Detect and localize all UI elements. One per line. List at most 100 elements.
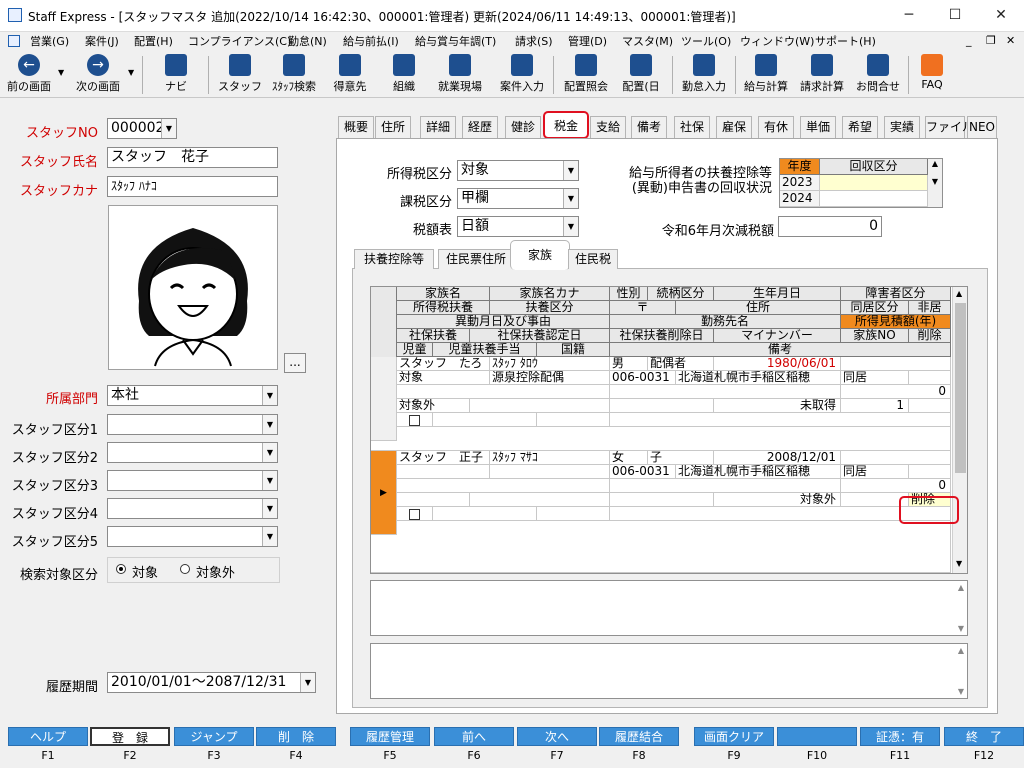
menu-item[interactable]: サポート(H) (815, 33, 876, 49)
table-row-cell[interactable]: 北海道札幌市手稲区稲穂 (676, 465, 841, 479)
table-row-cell[interactable]: 北海道札幌市手稲区稲穂 (676, 371, 841, 385)
tab-file[interactable]: ファイル (925, 116, 974, 138)
staff-button[interactable]: スタッフ (214, 52, 266, 96)
tab-results[interactable]: 実績 (884, 116, 920, 138)
f9-clear-button[interactable]: 画面クリア (694, 727, 774, 746)
table-row-cell[interactable]: 006-0031 (610, 465, 676, 479)
f11-evidence-button[interactable]: 証憑：有 (860, 727, 940, 746)
f2-register-button[interactable]: 登 録 (90, 727, 170, 746)
tab-tax[interactable]: 税金 (543, 111, 589, 139)
dept-select[interactable]: 本社 ▼ (107, 385, 278, 406)
placement-day-button[interactable]: 配置(日 (616, 52, 666, 96)
kubun4-select[interactable]: ▼ (107, 498, 278, 519)
subtab-resident-address[interactable]: 住民票住所 (438, 249, 514, 269)
dropdown-icon[interactable]: ▼ (128, 68, 134, 77)
scroll-down-icon[interactable]: ▼ (958, 687, 964, 696)
child-checkbox[interactable] (409, 509, 420, 520)
worksite-button[interactable]: 就業現場 (432, 52, 488, 96)
table-row-cell[interactable] (610, 413, 951, 427)
menu-item[interactable]: 勤怠(N) (288, 33, 327, 49)
table-row-cell[interactable] (470, 493, 610, 507)
child-checkbox[interactable] (409, 415, 420, 426)
scroll-up-icon[interactable]: ▲ (958, 583, 964, 592)
mdi-close-icon[interactable]: ✕ (1006, 34, 1015, 47)
navi-button[interactable]: ナビ (150, 52, 202, 96)
table-row-cell[interactable] (397, 479, 610, 493)
table-row-cell[interactable] (397, 385, 610, 399)
table-row-cell[interactable] (610, 479, 841, 493)
scroll-down-icon[interactable]: ▼ (956, 559, 962, 568)
tab-health[interactable]: 健診 (505, 116, 541, 138)
tab-wish[interactable]: 希望 (842, 116, 878, 138)
table-row-cell[interactable] (470, 399, 610, 413)
dropdown-icon[interactable]: ▼ (58, 68, 64, 77)
table-row-cell[interactable]: 同居 (841, 371, 909, 385)
mdi-restore-icon[interactable]: ❐ (986, 34, 996, 47)
f3-jump-button[interactable]: ジャンプ (174, 727, 254, 746)
table-row-cell[interactable] (841, 451, 951, 465)
tab-social-insurance[interactable]: 社保 (674, 116, 710, 138)
tab-employment-insurance[interactable]: 雇保 (716, 116, 752, 138)
table-row-cell[interactable] (610, 493, 714, 507)
table-row-cell[interactable]: 1 (841, 399, 909, 413)
back-button[interactable]: ← 前の画面 (2, 52, 56, 96)
table-row-cell[interactable]: 2008/12/01 (714, 451, 841, 465)
placement-inquiry-button[interactable]: 配置照会 (558, 52, 614, 96)
radio-unselected-icon[interactable] (180, 564, 190, 574)
billing-button[interactable]: 請求計算 (794, 52, 850, 96)
menu-item[interactable]: 案件(J) (85, 33, 119, 49)
menu-item[interactable]: 請求(S) (515, 33, 553, 49)
table-row-cell[interactable]: 対象外 (397, 399, 470, 413)
tab-paid-leave[interactable]: 有休 (758, 116, 794, 138)
table-row-cell[interactable]: 006-0031 (610, 371, 676, 385)
tab-neo[interactable]: NEO (967, 116, 997, 138)
table-row-cell[interactable]: 源泉控除配偶 (490, 371, 610, 385)
table-row-cell[interactable]: 男 (610, 357, 648, 371)
scroll-down-icon[interactable]: ▼ (958, 624, 964, 633)
tab-payment[interactable]: 支給 (590, 116, 626, 138)
table-row-cell[interactable]: 子 (648, 451, 714, 465)
menu-item[interactable]: 給与賞与年調(T) (415, 33, 496, 49)
f8-merge-button[interactable]: 履歴結合 (599, 727, 679, 746)
staff-no-select[interactable]: 000002 ▼ (107, 118, 177, 139)
table-row-cell[interactable] (610, 385, 841, 399)
radio-target-label[interactable]: 対象 (132, 562, 158, 581)
staff-kana-field[interactable]: ｽﾀｯﾌ ﾊﾅｺ (107, 176, 278, 197)
menu-item[interactable]: コンプライアンス(C) (188, 33, 291, 49)
customer-button[interactable]: 得意先 (324, 52, 376, 96)
photo-browse-button[interactable]: ... (284, 353, 306, 373)
forward-button[interactable]: → 次の画面 (70, 52, 126, 96)
table-row-cell[interactable]: 0 (841, 479, 951, 493)
table-row-cell[interactable] (909, 399, 951, 413)
table-row-cell[interactable] (909, 371, 951, 385)
f1-help-button[interactable]: ヘルプ (8, 727, 88, 746)
menu-item[interactable]: マスタ(M) (622, 33, 673, 49)
menu-item[interactable]: 営業(G) (30, 33, 69, 49)
tax-table-select[interactable]: 日額 ▼ (457, 216, 579, 237)
menu-item[interactable]: ウィンドウ(W) (740, 33, 814, 49)
table-row-cell[interactable] (841, 357, 951, 371)
tab-notes[interactable]: 備考 (631, 116, 667, 138)
table-row-cell[interactable]: 同居 (841, 465, 909, 479)
job-entry-button[interactable]: 案件入力 (494, 52, 550, 96)
table-row-cell[interactable]: ｽﾀｯﾌ ﾏｻｺ (490, 451, 610, 465)
table-row-cell[interactable] (537, 413, 610, 427)
kubun5-select[interactable]: ▼ (107, 526, 278, 547)
menu-item[interactable]: 給与前払(I) (343, 33, 399, 49)
table-row-cell[interactable]: スタッフ 正子 (397, 451, 490, 465)
staff-name-field[interactable]: スタッフ 花子 (107, 147, 278, 168)
tab-unit-price[interactable]: 単価 (800, 116, 836, 138)
table-row-cell[interactable]: 対象外 (714, 493, 841, 507)
income-tax-select[interactable]: 対象 ▼ (457, 160, 579, 181)
period-select[interactable]: 2010/01/01～2087/12/31 ▼ (107, 672, 316, 693)
tab-overview[interactable]: 概要 (338, 116, 374, 138)
table-row-cell[interactable]: 1980/06/01 (714, 357, 841, 371)
minimize-button[interactable]: ─ (886, 0, 932, 31)
grid-scrollbar[interactable]: ▲ ▼ (952, 287, 967, 573)
kubun1-select[interactable]: ▼ (107, 414, 278, 435)
inquiry-button[interactable]: お問合せ (850, 52, 906, 96)
taxation-select[interactable]: 甲欄 ▼ (457, 188, 579, 209)
table-row-cell[interactable]: 女 (610, 451, 648, 465)
table-row-cell[interactable] (433, 507, 537, 521)
menu-item[interactable]: 配置(H) (134, 33, 173, 49)
